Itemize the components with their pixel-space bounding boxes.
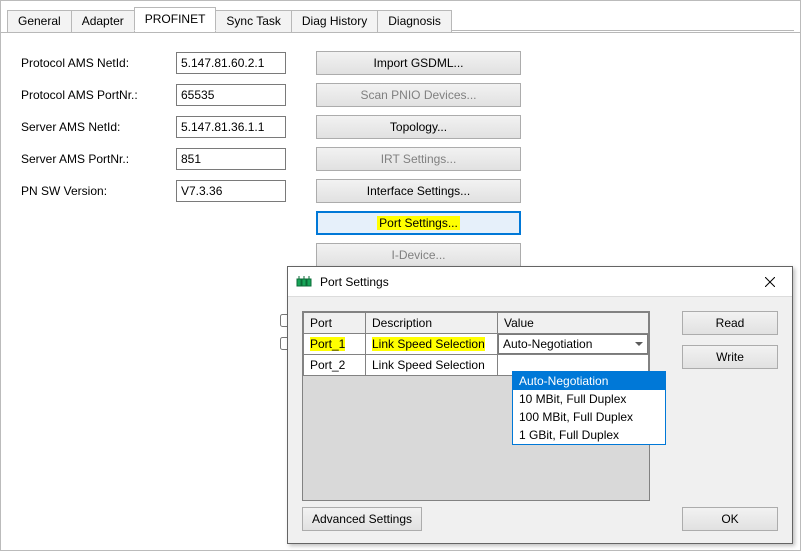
i-device-label: I-Device... [391,248,445,262]
port-grid: Port Description Value Port_1 Link Speed… [302,311,650,501]
scan-pnio-button[interactable]: Scan PNIO Devices... [316,83,521,107]
label-protocol-ams-netid: Protocol AMS NetId: [21,56,176,70]
irt-settings-label: IRT Settings... [381,152,457,166]
ok-button[interactable]: OK [682,507,778,531]
topology-label: Topology... [390,120,447,134]
cell-port1-port: Port_1 [310,337,345,351]
cell-port1-desc: Link Speed Selection [372,337,485,351]
input-protocol-ams-portnr[interactable] [176,84,286,106]
col-description[interactable]: Description [366,313,498,334]
tab-general[interactable]: General [7,10,72,32]
advanced-settings-button[interactable]: Advanced Settings [302,507,422,531]
port-settings-dialog: Port Settings Port Description Value Por… [287,266,793,544]
tab-spacer [451,30,794,31]
tab-diag-history[interactable]: Diag History [291,10,378,32]
grid-header-row: Port Description Value [304,313,649,334]
dropdown-option-auto[interactable]: Auto-Negotiation [513,372,665,390]
col-port[interactable]: Port [304,313,366,334]
import-gsdml-button[interactable]: Import GSDML... [316,51,521,75]
label-server-ams-portnr: Server AMS PortNr.: [21,152,176,166]
col-value[interactable]: Value [498,313,649,334]
input-protocol-ams-netid[interactable] [176,52,286,74]
tab-strip: General Adapter PROFINET Sync Task Diag … [1,1,800,32]
dialog-titlebar: Port Settings [288,267,792,297]
scan-pnio-label: Scan PNIO Devices... [360,88,476,102]
cell-port2-desc: Link Speed Selection [366,355,498,376]
input-server-ams-portnr[interactable] [176,148,286,170]
label-server-ams-netid: Server AMS NetId: [21,120,176,134]
import-gsdml-label: Import GSDML... [373,56,463,70]
write-button[interactable]: Write [682,345,778,369]
cell-port2-port: Port_2 [304,355,366,376]
topology-button[interactable]: Topology... [316,115,521,139]
grid-row-port1[interactable]: Port_1 Link Speed Selection Auto-Negotia… [304,334,649,355]
dropdown-option-1gbit[interactable]: 1 GBit, Full Duplex [513,426,665,444]
cell-port1-value-select[interactable]: Auto-Negotiation [498,334,648,354]
tab-diagnosis[interactable]: Diagnosis [377,10,452,32]
dropdown-option-100mbit[interactable]: 100 MBit, Full Duplex [513,408,665,426]
tab-sync-task[interactable]: Sync Task [215,10,291,32]
input-server-ams-netid[interactable] [176,116,286,138]
dialog-close-button[interactable] [756,271,784,293]
cell-port1-value: Auto-Negotiation [503,337,592,351]
i-device-button[interactable]: I-Device... [316,243,521,267]
value-dropdown[interactable]: Auto-Negotiation 10 MBit, Full Duplex 10… [512,371,666,445]
port-settings-label: Port Settings... [377,216,460,230]
label-pn-sw-version: PN SW Version: [21,184,176,198]
input-pn-sw-version[interactable] [176,180,286,202]
read-button[interactable]: Read [682,311,778,335]
dialog-icon [296,274,312,290]
tab-profinet[interactable]: PROFINET [134,7,217,31]
close-icon [765,277,775,287]
dropdown-option-10mbit[interactable]: 10 MBit, Full Duplex [513,390,665,408]
port-settings-button[interactable]: Port Settings... [316,211,521,235]
dialog-title: Port Settings [320,275,756,289]
interface-settings-label: Interface Settings... [367,184,470,198]
interface-settings-button[interactable]: Interface Settings... [316,179,521,203]
tab-adapter[interactable]: Adapter [71,10,135,32]
label-protocol-ams-portnr: Protocol AMS PortNr.: [21,88,176,102]
irt-settings-button[interactable]: IRT Settings... [316,147,521,171]
